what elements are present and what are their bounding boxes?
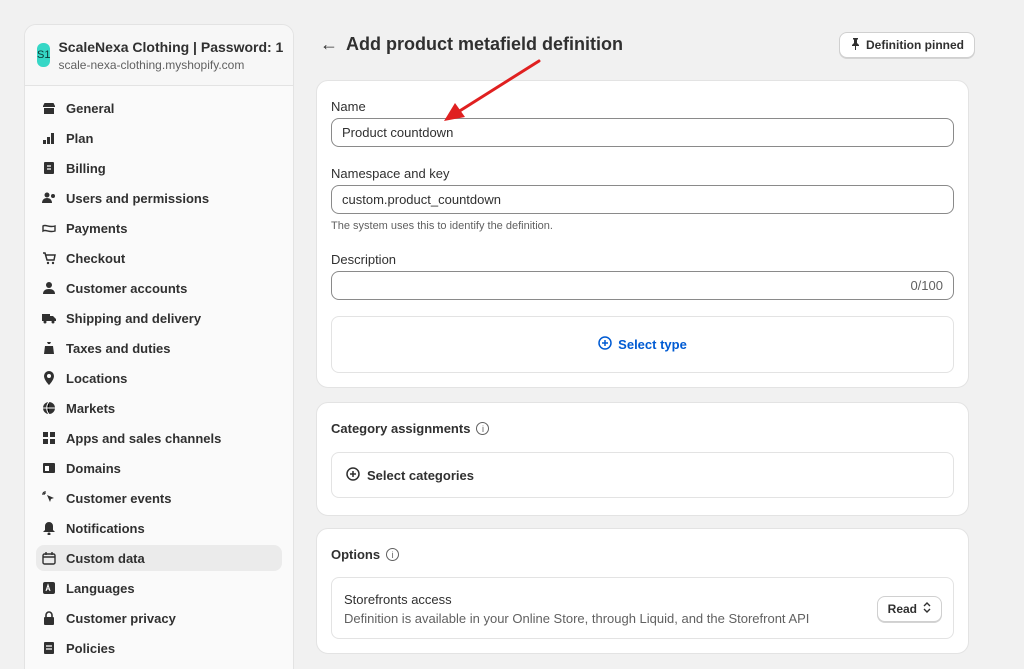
users-icon xyxy=(42,191,56,205)
sidebar-item-label: Policies xyxy=(66,640,116,656)
store-url: scale-nexa-clothing.myshopify.com xyxy=(58,57,245,72)
select-categories-button[interactable]: Select categories xyxy=(331,452,954,498)
pin-icon xyxy=(850,37,861,53)
sidebar-item-label: Shipping and delivery xyxy=(66,310,202,326)
plan-icon xyxy=(42,131,56,145)
sidebar-item-label: General xyxy=(66,100,115,116)
page-title: Add product metafield definition xyxy=(346,34,623,54)
category-card: Category assignments i Select categories xyxy=(316,402,969,516)
sidebar-item-notifications[interactable]: Notifications xyxy=(36,515,282,541)
location-icon xyxy=(42,371,56,385)
sidebar-item-shipping-and-delivery[interactable]: Shipping and delivery xyxy=(36,305,282,331)
options-card: Options i Storefronts access Definition … xyxy=(316,528,969,654)
store-avatar: S1 xyxy=(37,43,51,67)
back-arrow-icon[interactable]: ← xyxy=(320,34,338,55)
info-icon[interactable]: i xyxy=(476,422,490,435)
select-type-button[interactable]: Select type xyxy=(331,316,954,373)
sidebar-item-label: Taxes and duties xyxy=(66,340,171,356)
chevron-updown-icon xyxy=(923,602,931,616)
tax-icon xyxy=(42,341,56,355)
sidebar-item-label: Customer events xyxy=(66,490,172,506)
store-switcher[interactable]: S1 ScaleNexa Clothing | Password: 1 scal… xyxy=(25,25,293,86)
person-icon xyxy=(42,281,56,295)
sidebar-item-label: Apps and sales channels xyxy=(66,430,222,446)
name-value: Product countdown xyxy=(342,125,454,140)
sidebar-item-label: Languages xyxy=(66,580,135,596)
namespace-label: Namespace and key xyxy=(331,166,450,181)
sidebar-item-customer-privacy[interactable]: Customer privacy xyxy=(36,605,282,631)
language-icon xyxy=(42,581,56,595)
info-icon[interactable]: i xyxy=(386,548,400,561)
globe-icon xyxy=(42,401,56,415)
storefront-access-row: Storefronts access Definition is availab… xyxy=(331,577,954,639)
sidebar-item-label: Plan xyxy=(66,130,94,146)
category-title: Category assignments i xyxy=(331,421,490,436)
sidebar-item-label: Billing xyxy=(66,160,106,176)
select-categories-label: Select categories xyxy=(367,467,474,483)
settings-sidebar: S1 ScaleNexa Clothing | Password: 1 scal… xyxy=(24,24,294,669)
sidebar-item-label: Notifications xyxy=(66,520,145,536)
sidebar-item-label: Customer accounts xyxy=(66,280,188,296)
pin-label: Definition pinned xyxy=(866,38,964,52)
settings-nav: General Plan Billing Users and permissions P… xyxy=(25,86,293,661)
select-type-label: Select type xyxy=(618,337,687,352)
bell-icon xyxy=(42,521,56,535)
namespace-field[interactable]: custom.product_countdown xyxy=(331,185,954,214)
description-label: Description xyxy=(331,252,397,267)
description-counter: 0/100 xyxy=(910,278,943,293)
truck-icon xyxy=(42,311,56,325)
definition-card: Name Product countdown Namespace and key… xyxy=(316,80,969,388)
sidebar-item-label: Markets xyxy=(66,400,116,416)
billing-icon xyxy=(42,161,56,175)
definition-pinned-button[interactable]: Definition pinned xyxy=(839,32,975,58)
sidebar-item-domains[interactable]: Domains xyxy=(36,455,282,481)
sidebar-item-users-and-permissions[interactable]: Users and permissions xyxy=(36,185,282,211)
sidebar-item-label: Checkout xyxy=(66,250,126,266)
sidebar-item-locations[interactable]: Locations xyxy=(36,365,282,391)
sidebar-item-customer-accounts[interactable]: Customer accounts xyxy=(36,275,282,301)
sidebar-item-label: Domains xyxy=(66,460,121,476)
add-circle-icon xyxy=(346,466,360,484)
sidebar-item-general[interactable]: General xyxy=(36,95,282,121)
sidebar-item-apps-and-sales-channels[interactable]: Apps and sales channels xyxy=(36,425,282,451)
category-title-text: Category assignments xyxy=(331,421,471,436)
sidebar-item-label: Customer privacy xyxy=(66,610,176,626)
custom-data-icon xyxy=(42,551,56,565)
apps-icon xyxy=(42,431,56,445)
name-field[interactable]: Product countdown xyxy=(331,118,954,147)
store-name: ScaleNexa Clothing | Password: 1 xyxy=(58,38,284,55)
access-value: Read xyxy=(887,602,917,616)
cursor-icon xyxy=(42,491,56,505)
options-title-text: Options xyxy=(331,547,381,562)
sidebar-item-languages[interactable]: Languages xyxy=(36,575,282,601)
add-circle-icon xyxy=(598,336,612,353)
sidebar-item-markets[interactable]: Markets xyxy=(36,395,282,421)
lock-icon xyxy=(42,611,56,625)
storefront-access-desc: Definition is available in your Online S… xyxy=(344,611,810,626)
namespace-help: The system uses this to identify the def… xyxy=(331,220,553,232)
policy-icon xyxy=(42,641,56,655)
sidebar-item-label: Users and permissions xyxy=(66,190,210,206)
sidebar-item-payments[interactable]: Payments xyxy=(36,215,282,241)
store-icon xyxy=(42,101,56,115)
sidebar-item-label: Locations xyxy=(66,370,128,386)
sidebar-item-policies[interactable]: Policies xyxy=(36,635,282,661)
sidebar-item-label: Payments xyxy=(66,220,128,236)
name-label: Name xyxy=(331,99,366,114)
payments-icon xyxy=(42,221,56,235)
sidebar-item-plan[interactable]: Plan xyxy=(36,125,282,151)
sidebar-item-checkout[interactable]: Checkout xyxy=(36,245,282,271)
sidebar-item-custom-data[interactable]: Custom data xyxy=(36,545,282,571)
options-title: Options i xyxy=(331,547,400,562)
domain-icon xyxy=(42,461,56,475)
sidebar-item-label: Custom data xyxy=(66,550,145,566)
description-field[interactable]: 0/100 xyxy=(331,271,954,300)
sidebar-item-customer-events[interactable]: Customer events xyxy=(36,485,282,511)
sidebar-item-taxes-and-duties[interactable]: Taxes and duties xyxy=(36,335,282,361)
storefront-access-title: Storefronts access xyxy=(344,592,452,607)
sidebar-item-billing[interactable]: Billing xyxy=(36,155,282,181)
cart-icon xyxy=(42,251,56,265)
namespace-value: custom.product_countdown xyxy=(342,192,501,207)
access-select[interactable]: Read xyxy=(876,596,942,622)
